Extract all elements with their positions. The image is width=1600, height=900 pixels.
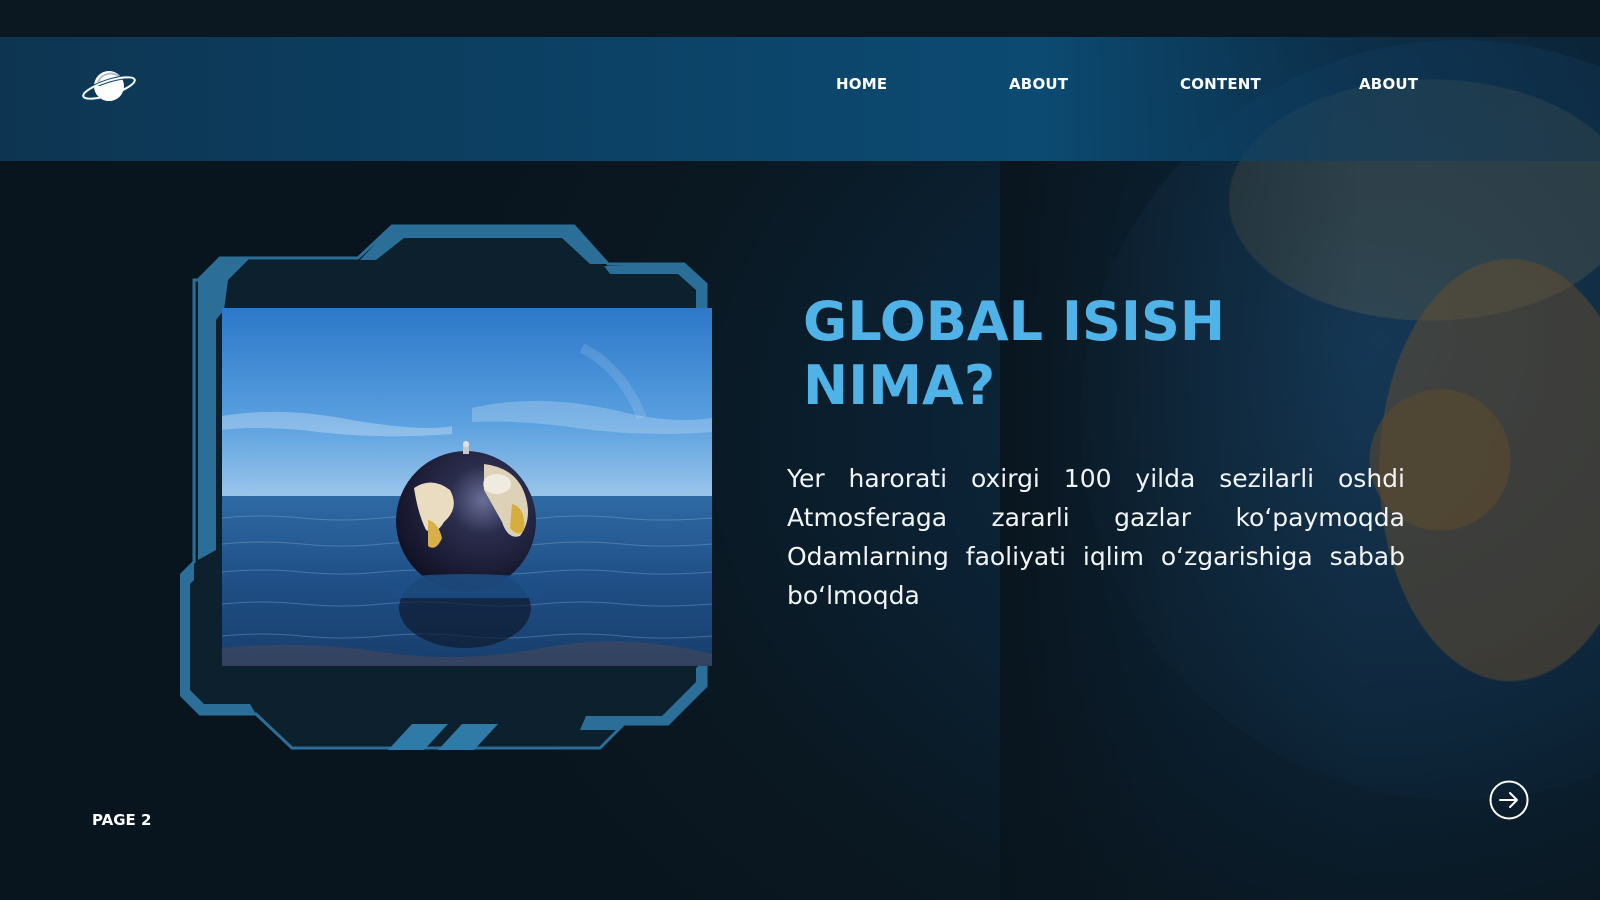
arrow-right-circle-icon	[1489, 780, 1529, 820]
nav-about-2[interactable]: ABOUT	[1359, 75, 1418, 93]
next-page-button[interactable]	[1489, 780, 1529, 820]
page-number-label: PAGE 2	[92, 811, 152, 829]
description-paragraph: Yer harorati oxirgi 100 yilda sezilarli …	[787, 464, 1405, 610]
title-line-2: NIMA?	[803, 354, 996, 417]
top-strip	[0, 0, 1600, 37]
nav-home[interactable]: HOME	[836, 75, 887, 93]
header-bar	[0, 37, 1600, 161]
nav-about[interactable]: ABOUT	[1009, 75, 1068, 93]
globe-in-sea-photo	[222, 308, 712, 666]
nav-content[interactable]: CONTENT	[1180, 75, 1261, 93]
page-title: GLOBAL ISISH NIMA?	[803, 290, 1403, 418]
title-line-1: GLOBAL ISISH	[803, 290, 1226, 353]
slide: HOME ABOUT CONTENT ABOUT GLOBAL ISISH NI…	[0, 0, 1600, 900]
planet-ring-icon[interactable]	[80, 66, 138, 106]
